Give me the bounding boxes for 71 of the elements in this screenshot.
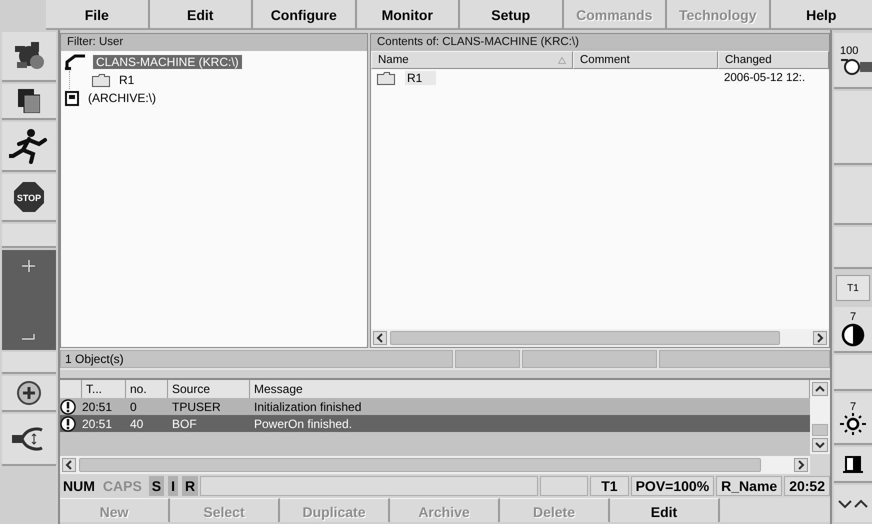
- tree-item[interactable]: CLANS-MACHINE (KRC:\): [93, 55, 242, 69]
- contrast-value: 7: [850, 311, 856, 323]
- column-header[interactable]: Name: [378, 54, 409, 66]
- status-field: [455, 350, 520, 368]
- scroll-right-icon[interactable]: [813, 331, 827, 345]
- key-indicator: I: [168, 476, 178, 496]
- scrollbar-thumb[interactable]: [79, 458, 761, 472]
- window-split-icon[interactable]: [843, 455, 863, 473]
- tree-item[interactable]: (ARCHIVE:\): [85, 91, 160, 105]
- sort-arrow-icon: [558, 56, 566, 64]
- running-figure-icon[interactable]: [9, 128, 49, 164]
- panel-button[interactable]: [834, 485, 872, 522]
- message-text: Initialization finished: [253, 400, 362, 414]
- key-indicator: NUM: [62, 477, 96, 496]
- mode-button[interactable]: T1: [836, 275, 870, 301]
- scrollbar-thumb[interactable]: [390, 331, 780, 345]
- key-indicator: CAPS: [102, 477, 143, 496]
- override-value: 100: [840, 45, 858, 57]
- plus-circle-icon[interactable]: [16, 380, 42, 406]
- scroll-down-icon[interactable]: [812, 438, 828, 452]
- panel-button[interactable]: 100: [834, 33, 872, 89]
- panel-button[interactable]: 7: [834, 393, 872, 445]
- menu-item[interactable]: Help: [770, 0, 872, 30]
- brightness-value: 7: [850, 401, 856, 413]
- time-text: 20:51: [82, 400, 114, 414]
- scroll-up-icon[interactable]: [812, 382, 828, 396]
- windows-icon[interactable]: [18, 89, 40, 113]
- panel-button[interactable]: [834, 447, 872, 483]
- folder-icon: [377, 72, 395, 84]
- message-row[interactable]: 20:51 40 BOF PowerOn finished.: [60, 415, 810, 432]
- jog-plus-icon[interactable]: [22, 260, 36, 272]
- source-text: BOF: [171, 416, 198, 430]
- status-field: R_Name: [716, 476, 782, 496]
- scroll-right-icon[interactable]: [794, 458, 808, 472]
- menu-item[interactable]: File: [46, 0, 150, 30]
- menu-item[interactable]: Edit: [150, 0, 253, 30]
- panel-button[interactable]: 7: [834, 307, 872, 353]
- number-text: 0: [129, 400, 138, 414]
- robot-arm-icon: [65, 54, 87, 70]
- chevrons-icon[interactable]: [838, 498, 868, 508]
- stop-sign-icon[interactable]: STOP: [13, 181, 45, 213]
- object-count: 1 Object(s): [60, 350, 453, 368]
- drive-icon: [65, 90, 79, 106]
- scroll-left-icon[interactable]: [62, 458, 76, 472]
- warning-icon: [60, 398, 76, 414]
- sun-icon[interactable]: [840, 413, 866, 435]
- folder-icon: [92, 74, 110, 86]
- status-field: T1: [590, 476, 629, 496]
- date-cell-text: 2006-05-12 12:.: [723, 72, 806, 84]
- message-row[interactable]: 20:51 0 TPUSER Initialization finished: [60, 398, 810, 415]
- status-field: 20:52: [784, 476, 830, 496]
- scrollbar-thumb[interactable]: [812, 424, 828, 436]
- tree-item[interactable]: R1: [116, 73, 138, 87]
- contents-title: Contents of: CLANS-MACHINE (KRC:\): [371, 34, 829, 51]
- source-text: TPUSER: [171, 400, 222, 414]
- time-text: 20:51: [82, 416, 114, 430]
- menu-item[interactable]: Setup: [460, 0, 564, 30]
- message-text: PowerOn finished.: [253, 416, 354, 430]
- softkey-button[interactable]: Edit: [610, 498, 720, 522]
- file-name[interactable]: R1: [405, 71, 436, 85]
- menu-item[interactable]: Monitor: [356, 0, 460, 30]
- status-field: POV=100%: [630, 476, 714, 496]
- number-text: 40: [129, 416, 144, 430]
- warning-icon: [60, 416, 76, 432]
- contrast-icon[interactable]: [841, 323, 865, 347]
- override-dial-icon[interactable]: [840, 57, 872, 75]
- menu-item[interactable]: Configure: [253, 0, 356, 30]
- filter-label: Filter: User: [61, 34, 367, 51]
- scroll-left-icon[interactable]: [373, 331, 387, 345]
- key-indicator: R: [182, 476, 198, 496]
- key-indicator: S: [148, 476, 164, 496]
